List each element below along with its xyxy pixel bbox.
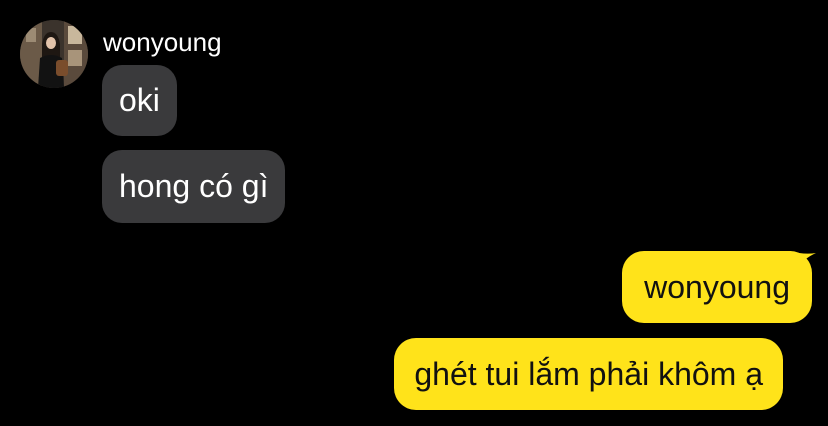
incoming-message-bubble[interactable]: oki: [102, 65, 177, 136]
message-text: oki: [119, 82, 160, 118]
message-text: hong có gì: [119, 168, 269, 204]
sender-name: wonyoung: [103, 27, 222, 57]
message-text: ghét tui lắm phải khôm ạ: [414, 356, 763, 392]
message-text: wonyoung: [644, 269, 790, 305]
avatar-photo-icon: [20, 20, 88, 88]
outgoing-message-bubble[interactable]: ghét tui lắm phải khôm ạ: [394, 338, 783, 410]
incoming-message-bubble[interactable]: hong có gì: [102, 150, 286, 223]
outgoing-message-bubble[interactable]: wonyoung: [622, 251, 812, 323]
sender-avatar[interactable]: [20, 20, 88, 88]
